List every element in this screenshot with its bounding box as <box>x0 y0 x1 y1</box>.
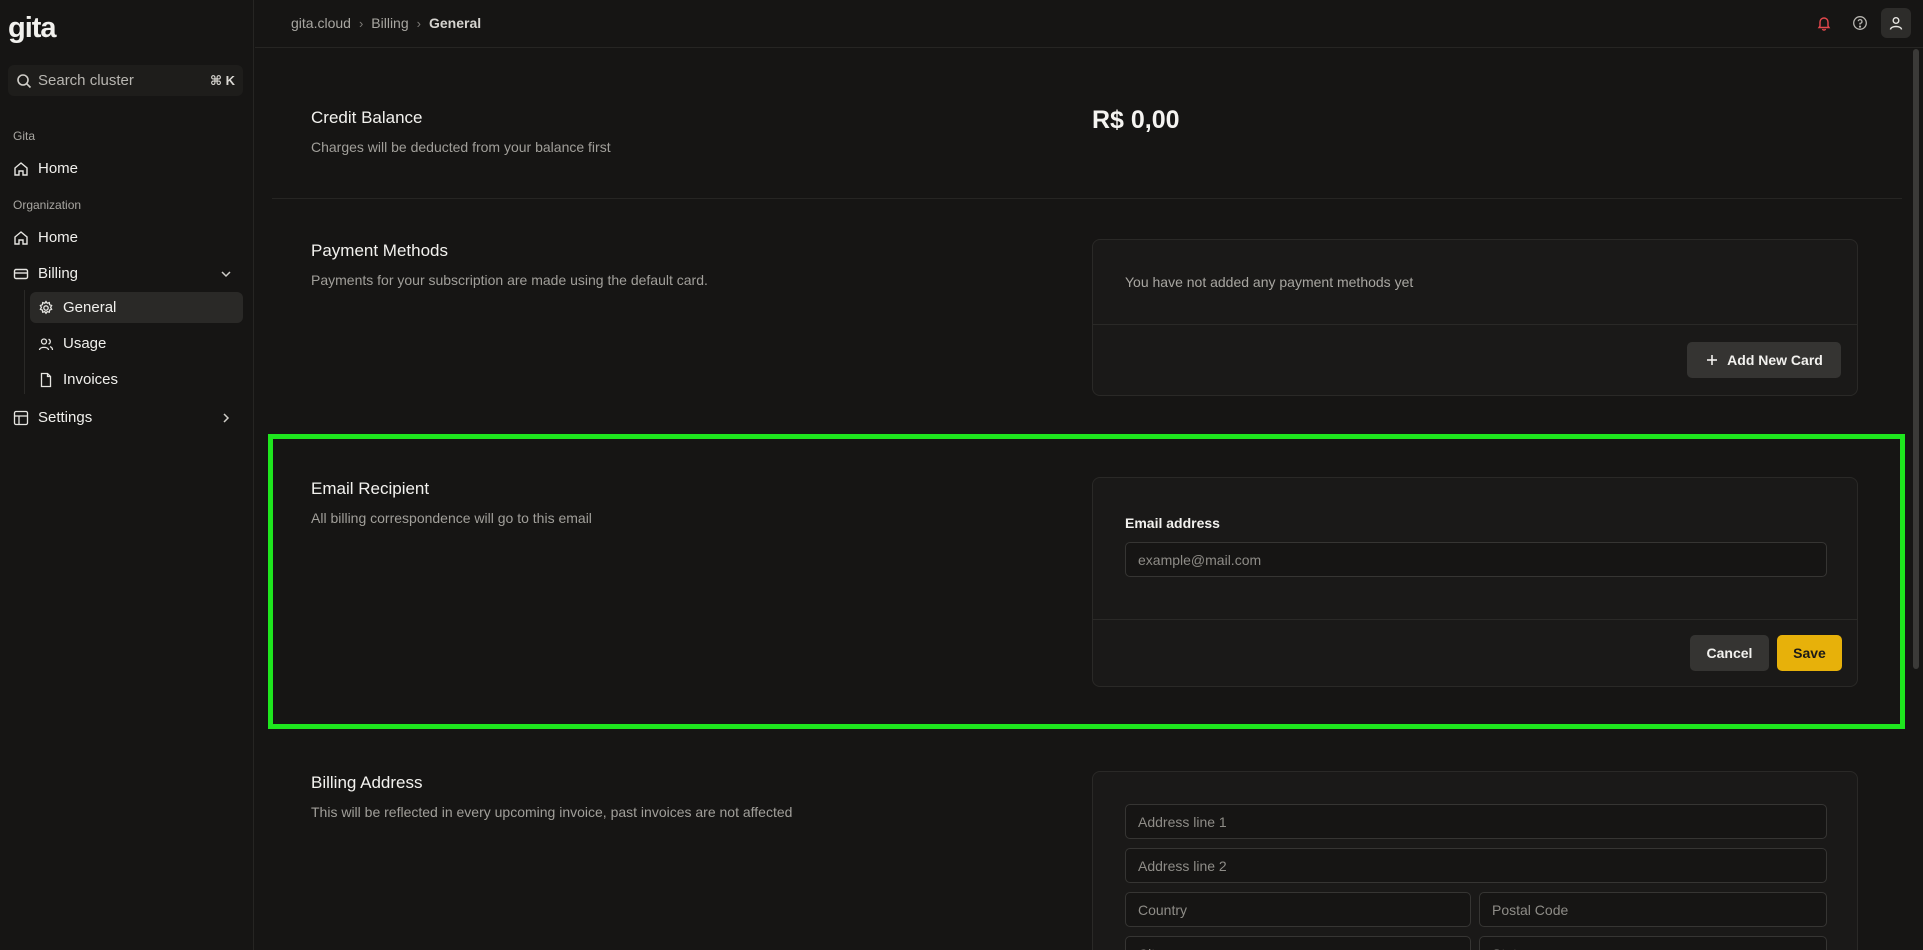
payment-methods-card: You have not added any payment methods y… <box>1092 239 1858 396</box>
topbar: gita.cloud › Billing › General <box>255 0 1923 48</box>
breadcrumb-billing[interactable]: Billing <box>371 15 408 31</box>
sidebar-item-general[interactable]: General <box>30 292 243 323</box>
sidebar-item-label: Settings <box>38 409 93 426</box>
search-cluster-input[interactable]: Search cluster ⌘ K <box>8 65 243 96</box>
email-address-label: Email address <box>1125 515 1220 531</box>
help-button[interactable] <box>1845 8 1875 38</box>
address-line-2-input[interactable] <box>1125 848 1827 883</box>
gear-icon <box>39 299 53 314</box>
file-icon <box>40 372 52 387</box>
email-address-input[interactable] <box>1125 542 1827 577</box>
sidebar-item-org-home[interactable]: Home <box>0 222 243 253</box>
country-input[interactable] <box>1125 892 1471 927</box>
home-icon <box>14 230 28 245</box>
chevron-right-icon <box>223 412 230 423</box>
topbar-actions <box>1809 8 1911 38</box>
main-content: Credit Balance Charges will be deducted … <box>255 49 1923 950</box>
payment-methods-description: Payments for your subscription are made … <box>311 272 708 288</box>
sidebar-item-home[interactable]: Home <box>0 153 243 184</box>
payment-methods-empty: You have not added any payment methods y… <box>1125 274 1414 290</box>
help-circle-icon <box>1853 16 1867 30</box>
chevron-right-icon: › <box>358 15 364 31</box>
billing-address-card <box>1092 771 1858 950</box>
scrollbar[interactable] <box>1913 49 1919 669</box>
credit-balance-description: Charges will be deducted from your balan… <box>311 139 611 155</box>
add-new-card-label: Add New Card <box>1727 352 1823 368</box>
add-new-card-button[interactable]: Add New Card <box>1687 342 1841 378</box>
user-icon <box>1889 17 1903 30</box>
sidebar-item-label: General <box>63 299 117 316</box>
state-input[interactable] <box>1479 936 1827 950</box>
cancel-button[interactable]: Cancel <box>1690 635 1769 671</box>
sidebar-item-label: Usage <box>63 335 107 352</box>
search-label: Search cluster <box>38 72 134 89</box>
email-recipient-card: Email address Cancel Save <box>1092 477 1858 687</box>
sidebar-item-label: Billing <box>38 265 79 282</box>
home-icon <box>14 161 28 176</box>
credit-balance-value: R$ 0,00 <box>1092 106 1180 134</box>
users-icon <box>38 337 54 350</box>
sidebar-item-invoices[interactable]: Invoices <box>30 364 243 395</box>
plus-icon <box>1707 355 1718 365</box>
billing-address-description: This will be reflected in every upcoming… <box>311 804 793 820</box>
credit-card-icon <box>13 268 29 279</box>
bell-icon <box>1817 17 1831 31</box>
search-shortcut: ⌘ K <box>209 72 235 88</box>
submenu-line <box>24 290 25 394</box>
breadcrumb: gita.cloud › Billing › General <box>291 15 481 31</box>
sidebar-item-billing[interactable]: Billing <box>0 258 243 289</box>
sidebar-item-label: Invoices <box>63 371 119 388</box>
chevron-right-icon: › <box>416 15 421 31</box>
group-label-organization: Organization <box>13 198 82 212</box>
city-input[interactable] <box>1125 936 1471 950</box>
app-root: gita Search cluster ⌘ K Gita Home Organi… <box>0 0 1923 950</box>
billing-address-title: Billing Address <box>311 773 423 792</box>
search-icon <box>17 73 32 88</box>
user-menu-button[interactable] <box>1881 8 1911 38</box>
sidebar: gita Search cluster ⌘ K Gita Home Organi… <box>0 0 254 950</box>
address-line-1-input[interactable] <box>1125 804 1827 839</box>
email-recipient-title: Email Recipient <box>311 479 430 498</box>
breadcrumb-root[interactable]: gita.cloud <box>291 15 351 31</box>
card-divider <box>1093 324 1857 325</box>
postal-code-input[interactable] <box>1479 892 1827 927</box>
card-divider <box>1093 619 1857 620</box>
sidebar-item-settings[interactable]: Settings <box>0 402 243 433</box>
sidebar-item-label: Home <box>38 160 79 177</box>
sidebar-item-usage[interactable]: Usage <box>30 328 243 359</box>
payment-methods-title: Payment Methods <box>311 241 449 260</box>
logo-text: gita <box>8 12 57 44</box>
sidebar-item-label: Home <box>38 229 79 246</box>
save-button[interactable]: Save <box>1777 635 1842 671</box>
credit-balance-title: Credit Balance <box>311 108 423 127</box>
section-divider <box>272 198 1902 199</box>
chevron-down-icon <box>221 270 231 277</box>
notifications-button[interactable] <box>1809 8 1839 38</box>
gita-logo[interactable]: gita <box>8 12 57 45</box>
breadcrumb-current: General <box>428 15 482 31</box>
settings-layout-icon <box>13 410 29 425</box>
group-label-gita: Gita <box>13 129 36 143</box>
email-recipient-description: All billing correspondence will go to th… <box>311 510 592 526</box>
